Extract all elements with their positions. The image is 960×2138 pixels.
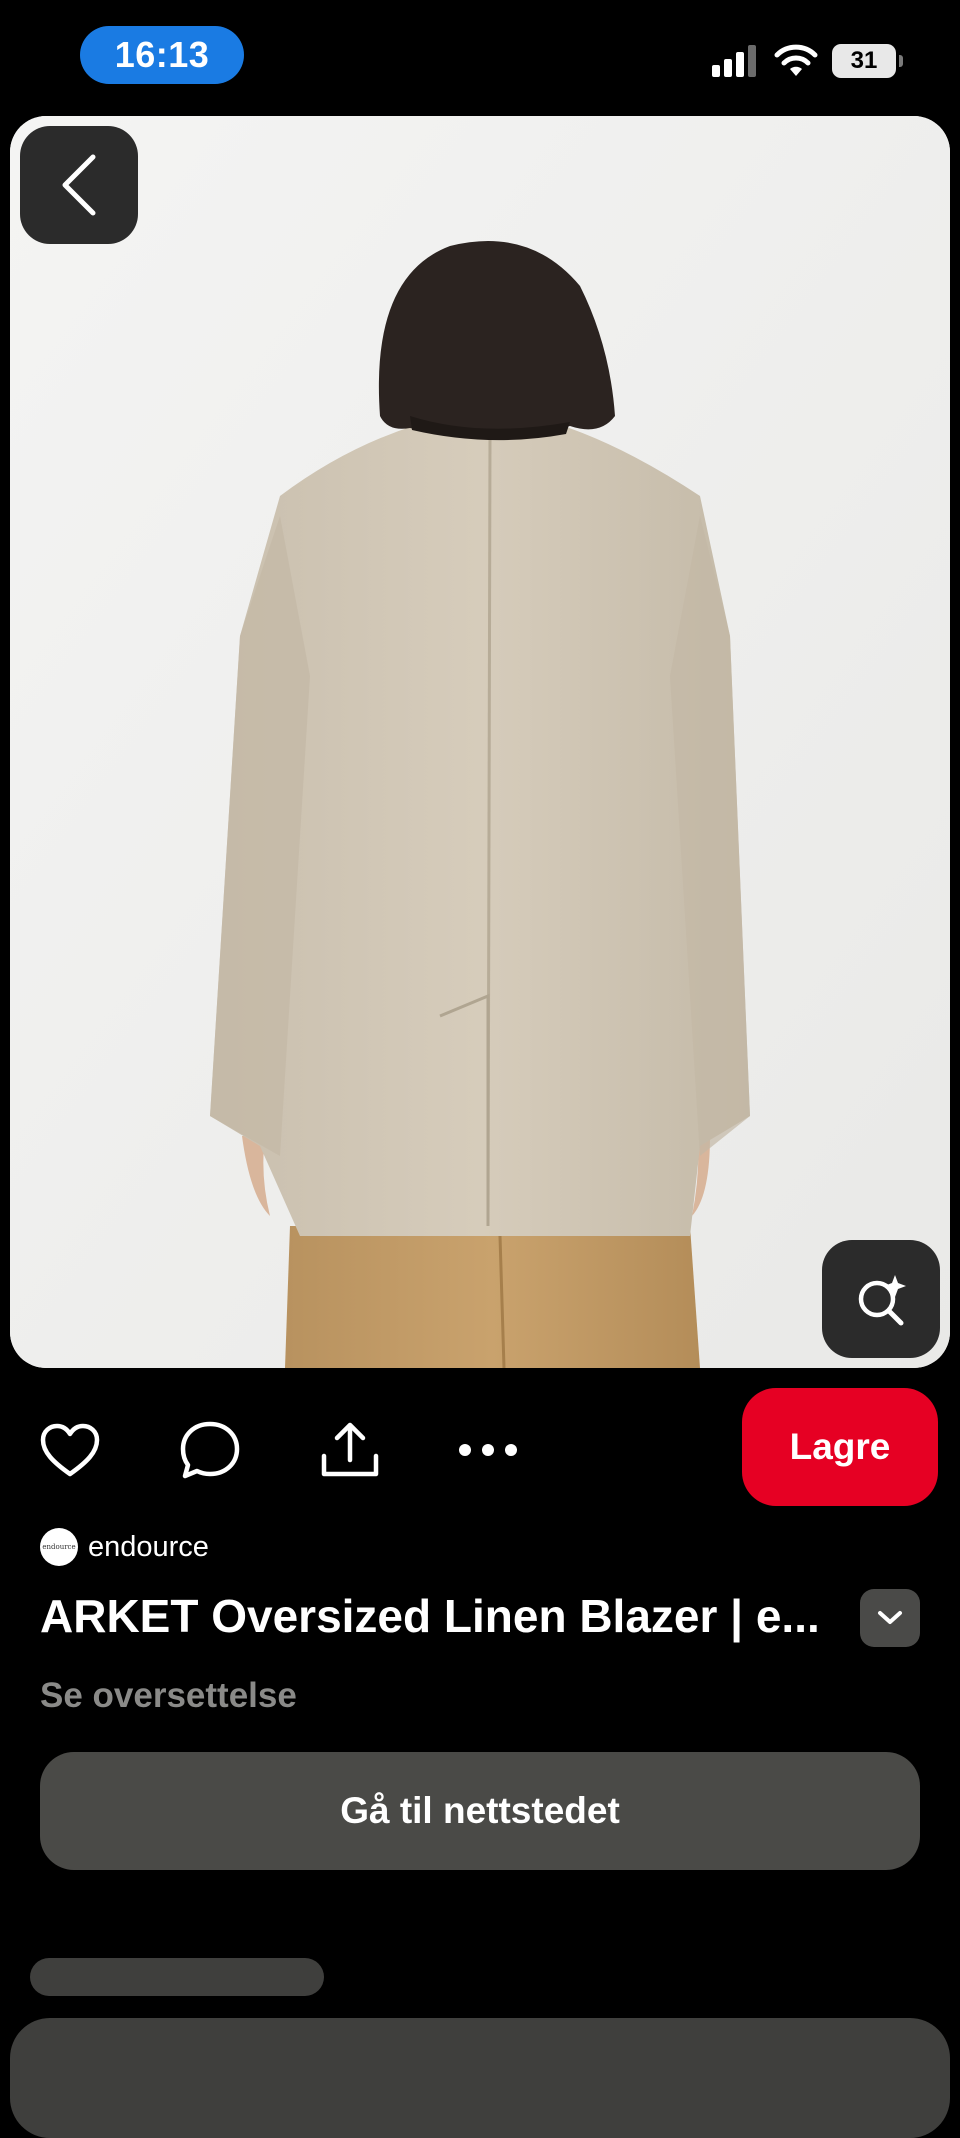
- pin-image[interactable]: [10, 116, 950, 1368]
- wifi-icon: [774, 44, 818, 76]
- creator-link[interactable]: endource endource: [40, 1527, 209, 1567]
- signal-icon: [712, 45, 756, 77]
- visit-site-button[interactable]: Gå til nettstedet: [40, 1752, 920, 1870]
- status-time: 16:13: [80, 26, 244, 84]
- see-translation-link[interactable]: Se oversettelse: [40, 1676, 297, 1716]
- comment-icon[interactable]: [178, 1418, 242, 1482]
- creator-name: endource: [88, 1530, 209, 1563]
- save-button[interactable]: Lagre: [742, 1388, 938, 1506]
- chevron-down-icon: [878, 1611, 902, 1624]
- status-bar: 16:13 31: [0, 0, 960, 112]
- loading-placeholder: [30, 1958, 324, 1996]
- action-row: Lagre: [0, 1388, 960, 1508]
- back-button[interactable]: [20, 126, 138, 244]
- loading-card-placeholder: [10, 2018, 950, 2138]
- product-photo: [10, 116, 950, 1368]
- more-icon[interactable]: [456, 1418, 520, 1482]
- visual-search-button[interactable]: [822, 1240, 940, 1358]
- share-icon[interactable]: [318, 1418, 382, 1482]
- pin-title: ARKET Oversized Linen Blazer | e...: [40, 1590, 820, 1642]
- battery-level: 31: [850, 47, 878, 74]
- status-indicators: 31: [712, 42, 903, 80]
- battery-icon: 31: [832, 44, 903, 78]
- visual-search-icon: [858, 1275, 906, 1326]
- heart-icon[interactable]: [38, 1418, 102, 1482]
- avatar: endource: [40, 1528, 78, 1566]
- chevron-left-icon: [62, 154, 96, 216]
- expand-title-button[interactable]: [860, 1589, 920, 1647]
